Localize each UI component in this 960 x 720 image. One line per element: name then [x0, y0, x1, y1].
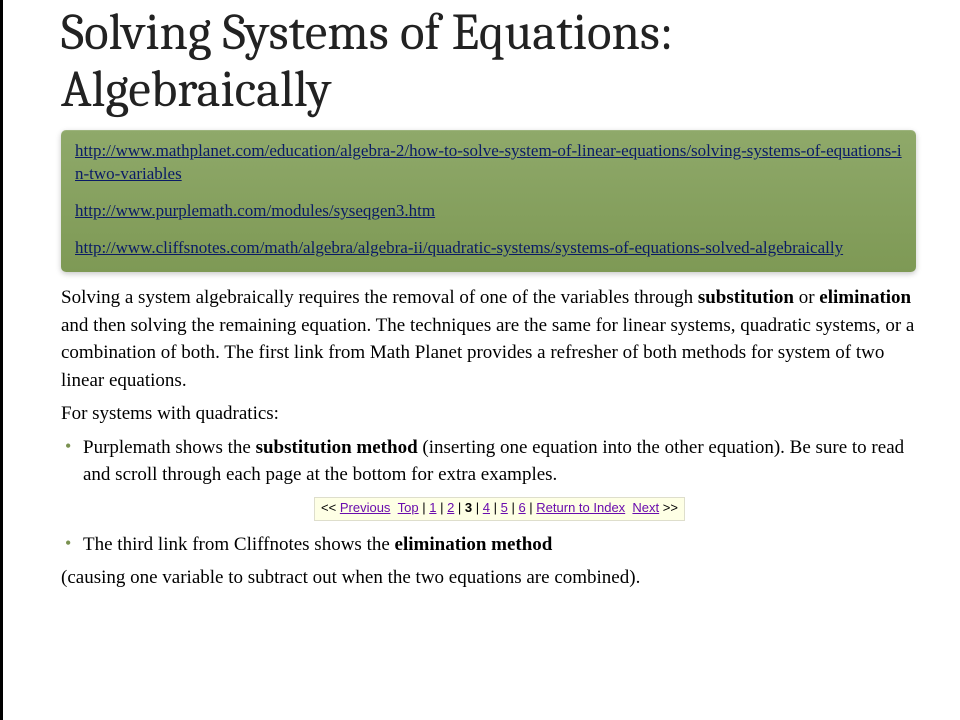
links-callout: http://www.mathplanet.com/education/alge…	[61, 130, 916, 272]
next-symbol: >>	[659, 500, 678, 515]
pager-sep: |	[508, 500, 519, 515]
text: The third link from Cliffnotes shows the	[83, 534, 395, 555]
link-cliffsnotes[interactable]: http://www.cliffsnotes.com/math/algebra/…	[75, 238, 843, 257]
text: and then solving the remaining equation.…	[61, 315, 914, 391]
pager-top[interactable]: Top	[398, 500, 419, 515]
bullet-purplemath: Purplemath shows the substitution method…	[83, 434, 916, 521]
pager-6[interactable]: 6	[518, 500, 525, 515]
slide-title: Solving Systems of Equations: Algebraica…	[61, 4, 916, 118]
pager: << Previous Top | 1 | 2 | 3 | 4 | 5 | 6 …	[314, 497, 685, 521]
text: Purplemath shows the	[83, 437, 256, 458]
slide: Solving Systems of Equations: Algebraica…	[0, 0, 960, 720]
prev-symbol: <<	[321, 500, 340, 515]
body-text: Solving a system algebraically requires …	[61, 284, 916, 592]
pager-sep: |	[436, 500, 447, 515]
pager-previous[interactable]: Previous	[340, 500, 391, 515]
paragraph-quadratics-lead: For systems with quadratics:	[61, 400, 916, 428]
paragraph-closing: (causing one variable to subtract out wh…	[61, 564, 916, 592]
paragraph-intro: Solving a system algebraically requires …	[61, 284, 916, 394]
term-substitution: substitution	[698, 287, 794, 308]
pager-wrap: << Previous Top | 1 | 2 | 3 | 4 | 5 | 6 …	[83, 493, 916, 521]
text: or	[794, 287, 819, 308]
pager-sep: |	[490, 500, 501, 515]
term-substitution-method: substitution method	[256, 437, 418, 458]
link-purplemath-wrap: http://www.purplemath.com/modules/syseqg…	[75, 200, 902, 223]
link-cliffsnotes-wrap: http://www.cliffsnotes.com/math/algebra/…	[75, 237, 902, 260]
link-purplemath[interactable]: http://www.purplemath.com/modules/syseqg…	[75, 201, 435, 220]
pager-4[interactable]: 4	[483, 500, 490, 515]
pager-sep: |	[526, 500, 537, 515]
pager-return[interactable]: Return to Index	[536, 500, 625, 515]
pager-next[interactable]: Next	[632, 500, 659, 515]
term-elimination-method: elimination method	[395, 534, 553, 555]
term-elimination: elimination	[819, 287, 911, 308]
link-mathplanet-wrap: http://www.mathplanet.com/education/alge…	[75, 140, 902, 186]
pager-sep: |	[419, 500, 430, 515]
pager-sep: |	[472, 500, 483, 515]
bullet-list: Purplemath shows the substitution method…	[61, 434, 916, 558]
bullet-cliffnotes: The third link from Cliffnotes shows the…	[83, 531, 916, 559]
pager-sep: |	[454, 500, 465, 515]
link-mathplanet[interactable]: http://www.mathplanet.com/education/alge…	[75, 141, 902, 183]
text: Solving a system algebraically requires …	[61, 287, 698, 308]
pager-5[interactable]: 5	[501, 500, 508, 515]
